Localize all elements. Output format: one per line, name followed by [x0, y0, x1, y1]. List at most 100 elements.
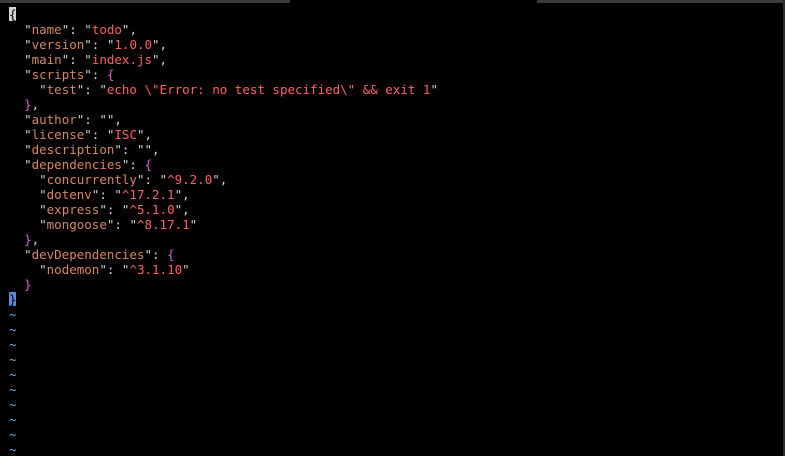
quote: " [24, 247, 32, 262]
json-key: nodemon [46, 262, 100, 277]
code-line[interactable]: "version": "1.0.0", [9, 37, 783, 52]
code-line[interactable]: "description": "", [9, 142, 783, 157]
quote: ": [114, 142, 137, 157]
comma: , [31, 97, 40, 112]
terminal-window[interactable]: { "name": "todo", "version": "1.0.0", "m… [0, 0, 785, 456]
json-value: ^9.2.0 [167, 172, 213, 187]
tilde-marker: ~ [9, 352, 17, 367]
quote: ", [144, 142, 160, 157]
code-line[interactable]: "scripts": { [9, 67, 783, 82]
code-line[interactable]: "concurrently": "^9.2.0", [9, 172, 783, 187]
quote: " [24, 52, 32, 67]
empty-line: ~ [9, 307, 783, 322]
quote: ": [61, 52, 85, 67]
quote: " [114, 187, 122, 202]
quote: ": [84, 127, 107, 142]
json-key: dotenv [46, 187, 92, 202]
code-line[interactable]: "test": "echo \"Error: no test specified… [9, 82, 783, 97]
line-open-brace[interactable]: { [9, 7, 783, 22]
code-line[interactable]: "devDependencies": { [9, 247, 783, 262]
quote: " [39, 202, 47, 217]
json-value: ^8.17.1 [136, 217, 190, 232]
quote: ": [76, 82, 100, 97]
empty-line: ~ [9, 442, 783, 456]
quote: ": [136, 172, 160, 187]
code-line[interactable]: "main": "index.js", [9, 52, 783, 67]
json-key: main [31, 52, 62, 67]
json-key: dependencies [31, 157, 122, 172]
code-line[interactable]: "name": "todo", [9, 22, 783, 37]
code-line[interactable]: }, [9, 97, 783, 112]
tilde-marker: ~ [9, 382, 17, 397]
json-value: todo [91, 22, 122, 37]
comma: , [31, 232, 40, 247]
empty-line: ~ [9, 427, 783, 442]
code-line[interactable]: "dependencies": { [9, 157, 783, 172]
empty-line: ~ [9, 397, 783, 412]
text-cursor: { [9, 7, 17, 22]
code-line[interactable]: "author": "", [9, 112, 783, 127]
quote: " [24, 127, 32, 142]
code-line[interactable]: "nodemon": "^3.1.10" [9, 262, 783, 277]
quote: " [24, 112, 32, 127]
quote: ", [106, 112, 122, 127]
json-key: concurrently [46, 172, 137, 187]
quote: ": [84, 37, 107, 52]
tilde-marker: ~ [9, 322, 17, 337]
code-line[interactable]: "mongoose": "^8.17.1" [9, 217, 783, 232]
quote: ": [121, 157, 145, 172]
quote: ": [91, 187, 115, 202]
vim-editor[interactable]: { "name": "todo", "version": "1.0.0", "m… [9, 7, 783, 456]
json-value: 1.0.0 [114, 37, 153, 52]
json-key: author [31, 112, 77, 127]
json-value: index.js [91, 52, 153, 67]
close-brace: } [24, 277, 32, 292]
tilde-marker: ~ [9, 412, 17, 427]
quote: " [39, 82, 47, 97]
line-close-brace[interactable]: } [9, 292, 783, 307]
quote: " [24, 157, 32, 172]
code-line[interactable]: "express": "^5.1.0", [9, 202, 783, 217]
json-key: version [31, 37, 85, 52]
empty-line: ~ [9, 322, 783, 337]
code-line[interactable]: "dotenv": "^17.2.1", [9, 187, 783, 202]
quote: ", [152, 52, 168, 67]
quote: " [189, 217, 198, 232]
quote: " [182, 262, 190, 277]
quote: ", [174, 187, 190, 202]
empty-line: ~ [9, 382, 783, 397]
json-key: license [31, 127, 85, 142]
quote: ", [174, 202, 190, 217]
quote: ", [212, 172, 228, 187]
code-line[interactable]: } [9, 277, 783, 292]
empty-line: ~ [9, 412, 783, 427]
tilde-marker: ~ [9, 337, 17, 352]
json-key: name [31, 22, 62, 37]
json-value: ISC [114, 127, 137, 142]
window-top-edge [0, 0, 290, 3]
close-brace: } [24, 97, 32, 112]
quote: ": [84, 67, 107, 82]
window-top-edge-right [537, 0, 785, 3]
quote: " [39, 217, 47, 232]
quote: " [84, 52, 92, 67]
empty-buffer-lines: ~ ~ ~ ~ ~ ~ ~ ~ ~ ~ [9, 307, 783, 456]
json-value: ^17.2.1 [121, 187, 175, 202]
tilde-marker: ~ [9, 442, 17, 456]
quote: ": [99, 262, 122, 277]
code-line[interactable]: "license": "ISC", [9, 127, 783, 142]
code-line[interactable]: }, [9, 232, 783, 247]
quote: ", [121, 22, 137, 37]
